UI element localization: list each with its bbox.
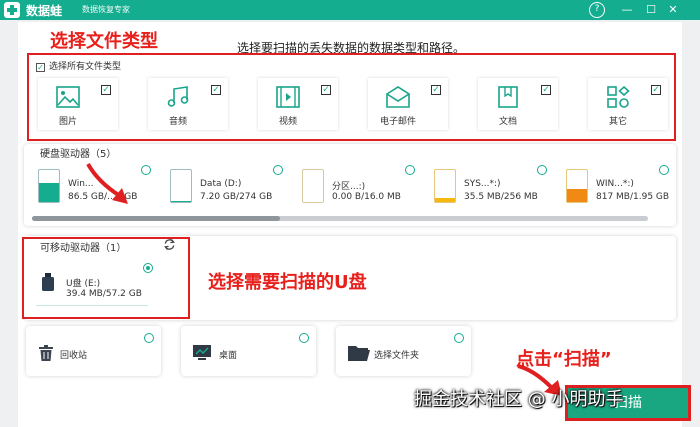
maximize-button[interactable]: ☐ <box>643 2 659 18</box>
file-type-other[interactable]: 其它 ✓ <box>588 78 668 130</box>
hard-drive-icon <box>170 169 192 203</box>
drive-size: 35.5 MB/256 MB <box>464 192 538 202</box>
scrollbar-thumb[interactable] <box>32 216 280 221</box>
usb-drive-radio[interactable] <box>143 263 153 273</box>
hard-drive-icon <box>38 169 60 203</box>
close-button[interactable]: ✕ <box>665 2 681 18</box>
annotation-arrow-icon <box>86 162 128 204</box>
email-icon <box>386 86 410 108</box>
quick-location-label: 选择文件夹 <box>374 351 420 361</box>
quick-location-radio[interactable] <box>454 333 464 343</box>
drive-partition[interactable]: 分区...:) 0.00 B/16.0 MB <box>302 165 422 210</box>
file-type-label: 视频 <box>278 117 297 127</box>
app-logo-icon <box>4 2 20 18</box>
file-type-email[interactable]: 电子邮件 ✓ <box>368 78 448 130</box>
quick-location-label: 桌面 <box>219 351 238 361</box>
drive-size: 817 MB/1.95 GB <box>596 192 670 202</box>
drives-scrollbar[interactable] <box>32 216 648 221</box>
file-type-audio[interactable]: 音频 ✓ <box>148 78 228 130</box>
drive-sys[interactable]: SYS...*:) 35.5 MB/256 MB <box>434 165 554 210</box>
app-name: 数据蛙 <box>26 4 63 18</box>
file-type-checkbox[interactable]: ✓ <box>651 85 661 95</box>
image-icon <box>56 86 80 108</box>
file-type-checkbox[interactable]: ✓ <box>211 85 221 95</box>
file-type-label: 电子邮件 <box>379 117 416 127</box>
hard-drive-icon <box>302 169 324 203</box>
music-icon <box>167 86 189 107</box>
app-subtitle: 数据恢复专家 <box>82 5 130 14</box>
help-icon[interactable]: ? <box>589 2 605 18</box>
drive-radio[interactable] <box>659 165 669 175</box>
hard-drive-icon <box>434 169 456 203</box>
desktop-icon <box>193 345 211 360</box>
usb-drive-icon <box>42 273 54 291</box>
recycle-bin-card[interactable]: 回收站 <box>26 326 161 376</box>
select-all-check-icon: ✓ <box>36 63 45 72</box>
drive-size: 0.00 B/16.0 MB <box>332 192 401 202</box>
hard-drives-title: 硬盘驱动器（5） <box>40 149 117 160</box>
select-all-checkbox[interactable]: ✓ 选择所有文件类型 <box>36 59 121 72</box>
drive-d[interactable]: Data (D:) 7.20 GB/274 GB <box>170 165 290 210</box>
file-type-checkbox[interactable]: ✓ <box>321 85 331 95</box>
file-type-checkbox[interactable]: ✓ <box>541 85 551 95</box>
file-type-document[interactable]: 文档 ✓ <box>478 78 558 130</box>
usb-drive-name: U盘 (E:) <box>66 279 101 289</box>
hard-drive-icon <box>566 169 588 203</box>
file-type-checkbox[interactable]: ✓ <box>101 85 111 95</box>
drive-name: WIN...*:) <box>596 179 634 189</box>
drive-radio[interactable] <box>537 165 547 175</box>
drive-radio[interactable] <box>405 165 415 175</box>
drive-name: 分区...:) <box>332 182 366 192</box>
file-type-checkbox[interactable]: ✓ <box>431 85 441 95</box>
drive-name: Data (D:) <box>200 179 242 189</box>
other-icon <box>607 86 630 108</box>
file-type-video[interactable]: 视频 ✓ <box>258 78 338 130</box>
select-all-label: 选择所有文件类型 <box>49 62 122 72</box>
minimize-button[interactable]: — <box>619 2 635 18</box>
file-type-label: 音频 <box>168 117 187 127</box>
file-type-label: 其它 <box>608 117 627 127</box>
quick-location-radio[interactable] <box>144 333 154 343</box>
recycle-bin-icon <box>39 345 53 361</box>
usb-drive-size: 39.4 MB/57.2 GB <box>66 289 142 299</box>
desktop-card[interactable]: 桌面 <box>181 326 316 376</box>
drive-win[interactable]: WIN...*:) 817 MB/1.95 GB <box>566 165 676 210</box>
annotation-select-type: 选择文件类型 <box>50 31 158 52</box>
watermark: 掘金技术社区 @ 小明助手 <box>414 389 624 410</box>
drive-radio[interactable] <box>141 165 151 175</box>
quick-location-label: 回收站 <box>60 351 88 361</box>
folder-icon <box>348 346 370 361</box>
annotation-select-usb: 选择需要扫描的U盘 <box>208 272 367 293</box>
video-icon <box>276 86 300 108</box>
file-type-label: 图片 <box>58 117 77 127</box>
drive-radio[interactable] <box>273 165 283 175</box>
drive-size: 7.20 GB/274 GB <box>200 192 273 202</box>
quick-location-radio[interactable] <box>299 333 309 343</box>
annotation-box-file-types <box>27 53 676 141</box>
document-icon <box>498 86 518 108</box>
file-type-label: 文档 <box>498 117 517 127</box>
usb-drive[interactable]: U盘 (E:) 39.4 MB/57.2 GB <box>36 262 148 306</box>
drive-name: SYS...*:) <box>464 179 501 189</box>
title-bar: 数据蛙 数据恢复专家 ? — ☐ ✕ <box>0 0 700 20</box>
select-folder-card[interactable]: 选择文件夹 <box>336 326 471 376</box>
file-type-image[interactable]: 图片 ✓ <box>38 78 118 130</box>
